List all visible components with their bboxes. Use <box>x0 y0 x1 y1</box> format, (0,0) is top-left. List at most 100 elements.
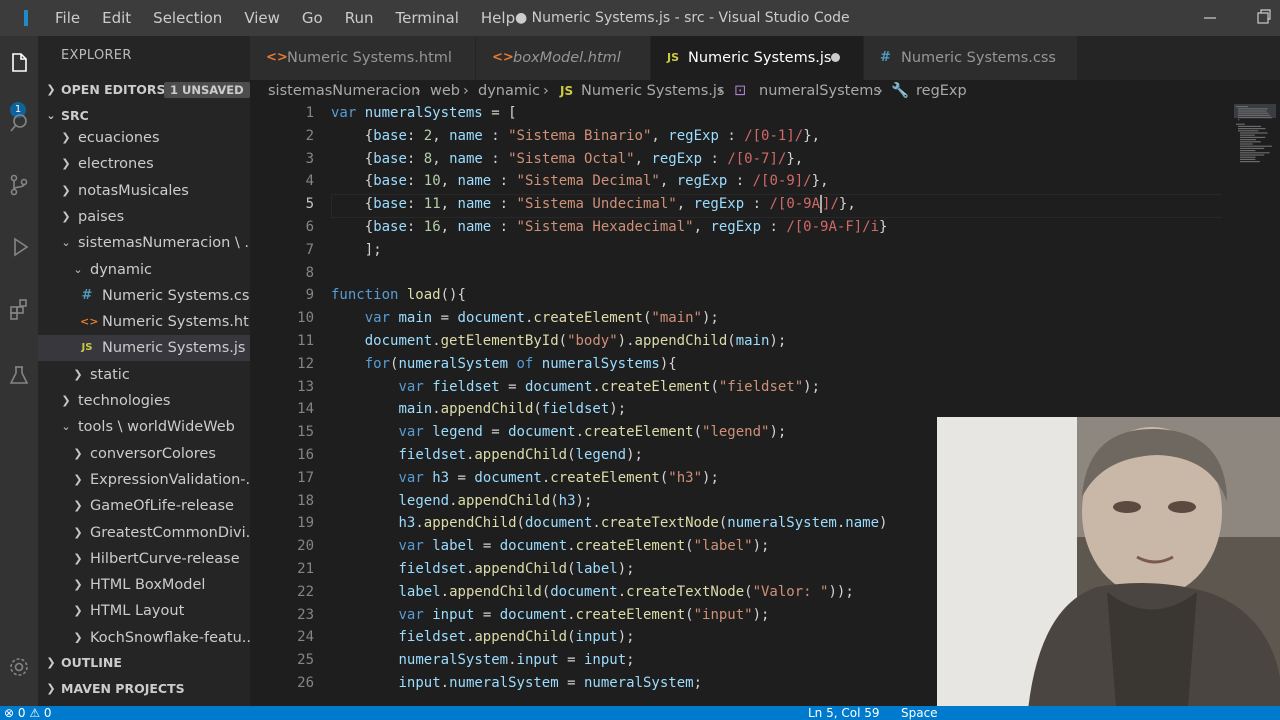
tree-item[interactable]: ❯ paises <box>38 204 250 230</box>
code-line[interactable]: var label = document.createElement("labe… <box>331 535 770 558</box>
code-line[interactable]: {base: 2, name : "Sistema Binario", regE… <box>331 125 820 148</box>
menu-selection[interactable]: Selection <box>142 0 233 36</box>
tab-label: Numeric Systems.html <box>287 50 452 66</box>
tree-item[interactable]: ❯ notasMusicales <box>38 178 250 204</box>
breadcrumb-item[interactable]: Numeric Systems.js <box>581 80 724 102</box>
unsaved-badge: 1 UNSAVED <box>164 82 250 98</box>
menu-file[interactable]: File <box>44 0 91 36</box>
code-line[interactable]: {base: 16, name : "Sistema Hexadecimal",… <box>331 216 888 239</box>
code-line[interactable]: for(numeralSystem of numeralSystems){ <box>331 353 677 376</box>
maven-projects-section[interactable]: ❯ MAVEN PROJECTS <box>38 677 250 701</box>
breadcrumb-item[interactable]: numeralSystems <box>759 80 881 102</box>
tree-item-label: notasMusicales <box>78 182 189 199</box>
menu-edit[interactable]: Edit <box>91 0 142 36</box>
tree-item[interactable]: ❯ ExpressionValidation-... <box>38 467 250 493</box>
search-icon[interactable] <box>0 104 38 142</box>
minimap-line <box>1240 147 1265 149</box>
js-file-icon: JS <box>560 84 574 98</box>
tab-label: boxModel.html <box>513 50 621 66</box>
minimap-line <box>1238 112 1269 114</box>
code-line[interactable]: var input = document.createElement("inpu… <box>331 604 770 627</box>
code-line[interactable]: fieldset.appendChild(label); <box>331 558 635 581</box>
tab-3[interactable]: # Numeric Systems.css <box>864 36 1077 80</box>
code-line[interactable]: numeralSystem.input = input; <box>331 649 635 672</box>
minimap[interactable] <box>1230 102 1280 422</box>
outline-section[interactable]: ❯ OUTLINE <box>38 651 250 675</box>
tree-item[interactable]: ❯ conversorColores <box>38 441 250 467</box>
tree-item[interactable]: ❯ HilbertCurve-release <box>38 546 250 572</box>
code-line[interactable]: {base: 11, name : "Sistema Undecimal", r… <box>331 193 856 216</box>
tree-item[interactable]: ❯ GameOfLife-release <box>38 493 250 519</box>
files-icon[interactable] <box>0 44 38 82</box>
code-line[interactable]: function load(){ <box>331 284 466 307</box>
code-line[interactable]: {base: 8, name : "Sistema Octal", regExp… <box>331 148 803 171</box>
tree-item[interactable]: # Numeric Systems.css <box>38 283 250 309</box>
html-file-icon: <> <box>492 50 514 65</box>
menu-go[interactable]: Go <box>291 0 334 36</box>
code-line[interactable]: var h3 = document.createElement("h3"); <box>331 467 719 490</box>
code-line[interactable]: legend.appendChild(h3); <box>331 490 593 513</box>
code-line[interactable]: input.numeralSystem = numeralSystem; <box>331 672 703 695</box>
tab-0[interactable]: <> Numeric Systems.html <box>250 36 475 80</box>
minimap-line <box>1240 136 1266 138</box>
breadcrumb-item[interactable]: web <box>430 80 460 102</box>
breadcrumb-item[interactable]: sistemasNumeracion <box>268 80 420 102</box>
tab-label: Numeric Systems.css <box>901 50 1056 66</box>
minimize-icon[interactable] <box>1203 8 1217 32</box>
tree-item[interactable]: <> Numeric Systems.ht... <box>38 309 250 335</box>
minimap-line <box>1240 152 1270 154</box>
tree-item-label: GameOfLife-release <box>90 498 234 515</box>
code-line[interactable]: document.getElementById("body").appendCh… <box>331 330 787 353</box>
tree-item[interactable]: ❯ ecuaciones <box>38 125 250 151</box>
tree-item[interactable]: ❯ static <box>38 362 250 388</box>
breadcrumb-item[interactable]: dynamic <box>478 80 540 102</box>
restore-icon[interactable] <box>1257 8 1271 32</box>
tab-1[interactable]: <> boxModel.html <box>476 36 650 80</box>
tree-item[interactable]: ⌄ dynamic <box>38 257 250 283</box>
chevron-right-icon: ❯ <box>73 499 83 513</box>
tree-item[interactable]: ⌄ tools \ worldWideWeb <box>38 414 250 440</box>
vscode-logo-icon <box>20 7 34 29</box>
problems-indicator[interactable]: ⊗ 0 ⚠ 0 <box>4 706 52 720</box>
chevron-down-icon: ⌄ <box>73 262 83 276</box>
tree-item[interactable]: ❯ HTML BoxModel <box>38 572 250 598</box>
code-line[interactable]: fieldset.appendChild(legend); <box>331 444 643 467</box>
code-line[interactable]: fieldset.appendChild(input); <box>331 626 635 649</box>
code-line[interactable]: var numeralSystems = [ <box>331 102 517 125</box>
tree-item[interactable]: ❯ technologies <box>38 388 250 414</box>
line-number: 21 <box>297 561 314 577</box>
menu-run[interactable]: Run <box>334 0 385 36</box>
code-line[interactable]: {base: 10, name : "Sistema Decimal", reg… <box>331 170 829 193</box>
tree-item-label: HTML BoxModel <box>90 577 206 594</box>
run-debug-icon[interactable] <box>0 228 38 266</box>
code-line[interactable]: var fieldset = document.createElement("f… <box>331 376 821 399</box>
line-number: 9 <box>305 287 314 304</box>
unsaved-dot-icon[interactable] <box>831 53 840 62</box>
extensions-icon[interactable] <box>0 290 38 328</box>
tab-2[interactable]: JS Numeric Systems.js <box>651 36 863 80</box>
tree-item[interactable]: ❯ electrones <box>38 151 250 177</box>
cursor-position[interactable]: Ln 5, Col 59 <box>808 706 880 720</box>
code-line[interactable]: main.appendChild(fieldset); <box>331 398 627 421</box>
source-control-icon[interactable] <box>0 166 38 204</box>
code-line[interactable]: label.appendChild(document.createTextNod… <box>331 581 854 604</box>
code-line[interactable]: var legend = document.createElement("leg… <box>331 421 787 444</box>
open-editors-section[interactable]: ❯ OPEN EDITORS 1 UNSAVED <box>38 78 250 102</box>
explorer-sidebar: EXPLORER ❯ OPEN EDITORS 1 UNSAVED ⌄ SRC … <box>38 36 250 706</box>
tree-item[interactable]: JS Numeric Systems.js <box>38 335 250 362</box>
breadcrumb-item[interactable]: regExp <box>916 80 967 102</box>
minimap-line <box>1238 117 1273 119</box>
chevron-right-icon: ❯ <box>61 209 71 223</box>
code-line[interactable]: ]; <box>331 239 382 262</box>
menu-view[interactable]: View <box>233 0 291 36</box>
tree-item[interactable]: ❯ KochSnowflake-featu... <box>38 625 250 643</box>
indentation-indicator[interactable]: Space <box>901 706 938 720</box>
testing-icon[interactable] <box>0 356 38 394</box>
code-line[interactable]: h3.appendChild(document.createTextNode(n… <box>331 512 888 535</box>
code-line[interactable]: var main = document.createElement("main"… <box>331 307 719 330</box>
menu-terminal[interactable]: Terminal <box>385 0 470 36</box>
settings-gear-icon[interactable] <box>0 648 38 686</box>
tree-item[interactable]: ⌄ sistemasNumeracion \ ... <box>38 230 250 256</box>
tree-item[interactable]: ❯ GreatestCommonDivi... <box>38 520 250 546</box>
tree-item[interactable]: ❯ HTML Layout <box>38 598 250 624</box>
